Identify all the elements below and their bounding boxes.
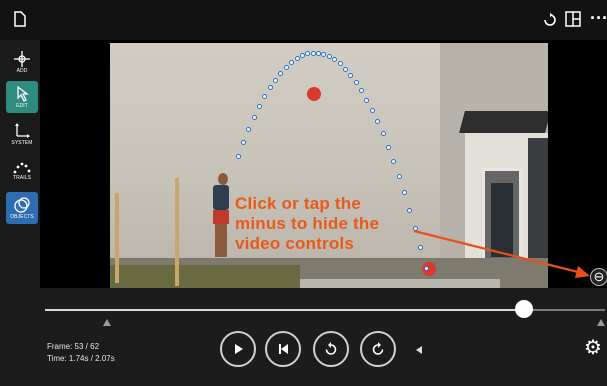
settings-gear-icon[interactable]: ⚙ xyxy=(584,338,602,358)
annotation-text: Click or tap the minus to hide the video… xyxy=(235,194,435,254)
trail-point xyxy=(294,56,300,62)
trail-point xyxy=(396,174,402,180)
annotation-line-3: video controls xyxy=(235,234,354,253)
tool-system[interactable]: SYSTEM xyxy=(6,118,38,150)
top-bar: ··· xyxy=(0,0,607,40)
axes-system-icon xyxy=(15,122,30,138)
tool-edit-label: EDIT xyxy=(16,102,28,109)
tool-edit[interactable]: EDIT xyxy=(6,81,38,113)
rewind-button[interactable] xyxy=(313,331,349,367)
wooden-stake-right xyxy=(175,178,179,286)
tool-add-label: ADD xyxy=(16,67,28,74)
speed-decrease-icon[interactable] xyxy=(416,346,422,354)
trail-point xyxy=(251,115,257,121)
crosshair-add-icon xyxy=(14,50,30,67)
trail-point xyxy=(423,265,429,271)
trail-point xyxy=(235,153,241,159)
trail-point xyxy=(316,50,322,56)
red-object-on-wall xyxy=(307,87,321,101)
door-glass xyxy=(491,183,513,257)
storefront-window xyxy=(528,138,548,268)
objects-icon xyxy=(14,196,30,213)
hide-controls-button[interactable]: ⊖ xyxy=(590,268,607,286)
tool-objects[interactable]: OBJECTS xyxy=(6,192,38,224)
tool-sidebar: ADD EDIT SYSTEM TRAILS OBJECTS xyxy=(0,40,40,288)
layout-icon[interactable] xyxy=(565,11,581,30)
trail-point xyxy=(310,50,316,56)
person-shirt xyxy=(213,185,229,210)
trail-point xyxy=(326,54,332,60)
undo-icon[interactable] xyxy=(543,12,557,30)
trail-point xyxy=(283,64,289,70)
trail-point xyxy=(369,107,375,113)
end-marker[interactable] xyxy=(597,319,605,326)
tool-system-label: SYSTEM xyxy=(11,139,33,146)
trail-point xyxy=(353,80,359,86)
tool-trails-label: TRAILS xyxy=(12,174,32,181)
play-icon xyxy=(235,344,243,354)
annotation-line-1: Click or tap the xyxy=(235,194,362,213)
step-back-button[interactable] xyxy=(265,331,301,367)
more-icon[interactable]: ··· xyxy=(590,9,607,27)
timeline-progress xyxy=(45,309,524,311)
person-legs xyxy=(215,224,227,257)
rewind-icon xyxy=(325,342,337,355)
wooden-stake-left xyxy=(115,193,119,283)
annotation-line-2: minus to hide the xyxy=(235,214,380,233)
time-readout: Time: 1.74s / 2.07s xyxy=(47,354,115,363)
tool-add[interactable]: ADD xyxy=(6,46,38,78)
pointer-edit-icon xyxy=(17,85,29,102)
grass-strip xyxy=(110,265,300,289)
play-button[interactable] xyxy=(220,331,256,367)
person-shorts xyxy=(213,210,229,224)
trail-point xyxy=(380,131,386,137)
tool-objects-label: OBJECTS xyxy=(10,213,34,220)
tool-trails[interactable]: TRAILS xyxy=(6,155,38,187)
awning xyxy=(459,111,548,133)
start-marker[interactable] xyxy=(103,319,111,326)
step-back-icon xyxy=(279,344,288,354)
person-head xyxy=(218,173,228,185)
trail-point xyxy=(240,140,246,146)
document-icon[interactable] xyxy=(14,11,26,30)
trail-point xyxy=(273,77,279,83)
replay-icon xyxy=(372,342,384,355)
trail-point xyxy=(342,66,348,72)
timeline-scrubber[interactable] xyxy=(514,300,533,318)
replay-button[interactable] xyxy=(360,331,396,367)
frame-readout: Frame: 53 / 62 xyxy=(47,342,100,351)
trail-point xyxy=(385,144,391,150)
trail-dots-icon xyxy=(13,162,31,173)
